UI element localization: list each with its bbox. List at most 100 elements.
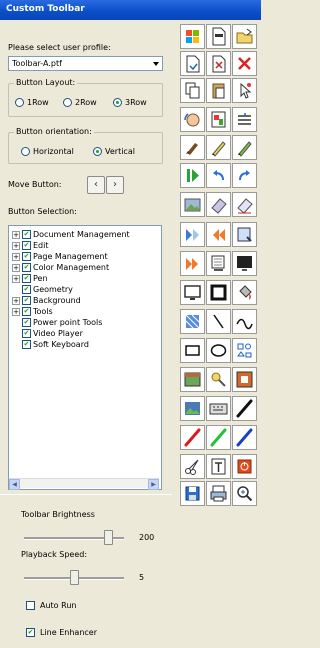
- screen-icon: [237, 256, 252, 271]
- pen-green-button[interactable]: [232, 135, 257, 160]
- expand-icon[interactable]: +: [12, 308, 20, 316]
- ellipse-button[interactable]: [206, 338, 231, 363]
- copy-button[interactable]: [180, 78, 205, 103]
- insert-line-icon: [238, 113, 251, 125]
- eraser-clear-icon: [237, 198, 253, 214]
- windows-icon: [186, 30, 199, 43]
- radio-2row[interactable]: [63, 98, 72, 107]
- playback-speed-label: Playback Speed:: [21, 550, 88, 559]
- tree-item-checkbox[interactable]: ✔: [22, 318, 31, 327]
- frame-icon: [210, 284, 227, 301]
- zoom-button[interactable]: [232, 481, 257, 506]
- profile-select[interactable]: Toolbar-A.ptf: [8, 56, 163, 71]
- playback-slider-thumb[interactable]: [70, 570, 79, 585]
- radio-1row[interactable]: [15, 98, 24, 107]
- windows-button[interactable]: [180, 24, 205, 49]
- window-title: Custom Toolbar: [6, 4, 85, 14]
- expand-icon[interactable]: +: [12, 297, 20, 305]
- background-button[interactable]: [180, 367, 205, 392]
- new-page-button[interactable]: [206, 24, 231, 49]
- line-button[interactable]: [206, 309, 231, 334]
- tree-item-checkbox[interactable]: ✔: [22, 296, 31, 305]
- slides-button[interactable]: [206, 251, 231, 276]
- tree-item-checkbox[interactable]: ✔: [22, 340, 31, 349]
- tree-item-label: Soft Keyboard: [33, 340, 89, 349]
- spotlight-button[interactable]: [206, 367, 231, 392]
- expand-icon[interactable]: +: [12, 242, 20, 250]
- paste-button[interactable]: [206, 78, 231, 103]
- image-button[interactable]: [180, 396, 205, 421]
- frame-button[interactable]: [206, 280, 231, 305]
- expand-icon[interactable]: +: [12, 264, 20, 272]
- insert-line-button[interactable]: [232, 107, 257, 132]
- title-bar[interactable]: Custom Toolbar: [0, 0, 261, 20]
- radio-3row[interactable]: [113, 98, 122, 107]
- brightness-slider-thumb[interactable]: [104, 530, 113, 545]
- text-button[interactable]: [206, 454, 231, 479]
- move-button-label: Move Button:: [8, 180, 62, 189]
- screen-button[interactable]: [232, 251, 257, 276]
- keyboard-button[interactable]: [206, 396, 231, 421]
- play-button[interactable]: [180, 163, 205, 188]
- expand-icon[interactable]: +: [12, 275, 20, 283]
- select-cursor-button[interactable]: [232, 78, 257, 103]
- button-selection-tree[interactable]: + ✔ Document Management + ✔ Edit + ✔ Page Manage…: [8, 225, 162, 490]
- delete-page-button[interactable]: [206, 51, 231, 76]
- redo-button[interactable]: [232, 163, 257, 188]
- pen-yellow-button[interactable]: [206, 135, 231, 160]
- expand-icon[interactable]: +: [12, 231, 20, 239]
- shapes-button[interactable]: [232, 338, 257, 363]
- tree-item-checkbox[interactable]: ✔: [22, 307, 31, 316]
- rectangle-button[interactable]: [180, 338, 205, 363]
- scroll-right-icon[interactable]: ▶: [148, 479, 159, 490]
- disk-save-button[interactable]: [180, 481, 205, 506]
- tree-item-checkbox[interactable]: ✔: [22, 274, 31, 283]
- move-right-button[interactable]: ›: [106, 176, 124, 194]
- move-left-button[interactable]: ‹: [87, 176, 105, 194]
- tree-item-checkbox[interactable]: ✔: [22, 285, 31, 294]
- tree-item-checkbox[interactable]: ✔: [22, 263, 31, 272]
- custom-toolbar-window: Custom Toolbar Please select user profil…: [0, 0, 261, 648]
- scissors-button[interactable]: [180, 454, 205, 479]
- print-button[interactable]: [206, 481, 231, 506]
- gallery-button[interactable]: [180, 192, 205, 217]
- expand-icon[interactable]: +: [12, 253, 20, 261]
- eraser-clear-button[interactable]: [232, 192, 257, 217]
- tree-item-checkbox[interactable]: ✔: [22, 241, 31, 250]
- pen-blue-button[interactable]: [232, 425, 257, 450]
- pen-red-button[interactable]: [180, 425, 205, 450]
- pen-black-button[interactable]: [232, 396, 257, 421]
- auto-run-checkbox[interactable]: [26, 601, 35, 610]
- save-document-button[interactable]: [180, 51, 205, 76]
- auto-run-label: Auto Run: [40, 601, 77, 610]
- pen-green-2-button[interactable]: [206, 425, 231, 450]
- pattern-button[interactable]: [180, 309, 205, 334]
- recognize-button[interactable]: [180, 222, 205, 247]
- page-list-button[interactable]: [232, 222, 257, 247]
- curve-button[interactable]: [232, 309, 257, 334]
- undo-button[interactable]: [206, 163, 231, 188]
- tree-item-checkbox[interactable]: ✔: [22, 230, 31, 239]
- tree-item-label: Background: [33, 296, 81, 305]
- previous-page-button[interactable]: [206, 222, 231, 247]
- monitor-button[interactable]: [180, 280, 205, 305]
- tree-item-checkbox[interactable]: ✔: [22, 252, 31, 261]
- screen-capture-button[interactable]: [232, 367, 257, 392]
- horizontal-scrollbar[interactable]: ◀ ▶: [9, 478, 159, 490]
- open-folder-button[interactable]: [232, 24, 257, 49]
- scroll-left-icon[interactable]: ◀: [9, 479, 20, 490]
- radio-vertical[interactable]: [93, 147, 102, 156]
- page-view-button[interactable]: [206, 107, 231, 132]
- brush-button[interactable]: [180, 135, 205, 160]
- eraser-button[interactable]: [206, 192, 231, 217]
- radio-horizontal[interactable]: [21, 147, 30, 156]
- hand-icon: [184, 113, 200, 127]
- chevron-down-icon[interactable]: [149, 57, 162, 70]
- next-page-button[interactable]: [180, 251, 205, 276]
- fill-bucket-button[interactable]: [232, 280, 257, 305]
- close-app-button[interactable]: [232, 454, 257, 479]
- delete-button[interactable]: [232, 51, 257, 76]
- hand-button[interactable]: [180, 107, 205, 132]
- tree-item-checkbox[interactable]: ✔: [22, 329, 31, 338]
- line-enhancer-checkbox[interactable]: ✔: [26, 628, 35, 637]
